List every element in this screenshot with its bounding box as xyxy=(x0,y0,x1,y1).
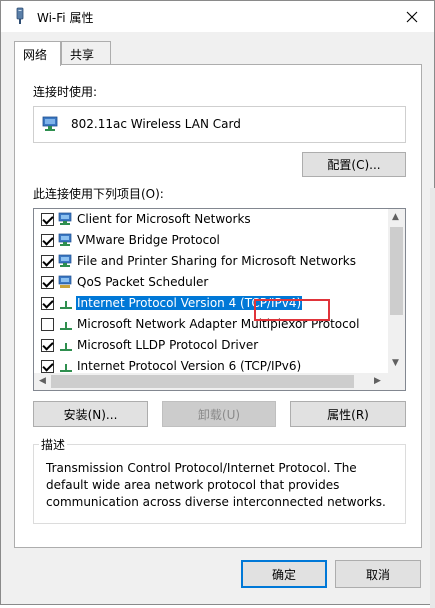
list-item-client-ms-networks[interactable]: Client for Microsoft Networks xyxy=(34,209,389,230)
list-item-label: VMware Bridge Protocol xyxy=(77,233,220,247)
checkbox[interactable] xyxy=(41,297,54,310)
list-item-label: Internet Protocol Version 6 (TCP/IPv6) xyxy=(77,359,302,373)
checkbox[interactable] xyxy=(41,360,54,373)
list-item-label: Internet Protocol Version 4 (TCP/IPv4) xyxy=(76,296,303,310)
connect-using-label: 连接时使用: xyxy=(33,85,98,99)
uninstall-button: 卸载(U) xyxy=(162,401,276,427)
scroll-right-icon[interactable]: ▶ xyxy=(374,377,381,386)
scroll-left-icon[interactable]: ◀ xyxy=(39,377,46,386)
list-item-lldp[interactable]: Microsoft LLDP Protocol Driver xyxy=(34,335,389,356)
wifi-properties-dialog: Wi-Fi 属性 网络 共享 连接时使用: 802.11ac Wireless … xyxy=(0,0,435,608)
vertical-scrollbar[interactable]: ▲ ▼ xyxy=(388,209,405,373)
network-adapter-icon xyxy=(42,116,58,131)
scrollbar-corner xyxy=(388,373,405,390)
items-label: 此连接使用下列项目(O): xyxy=(33,187,164,201)
description-group: 描述 Transmission Control Protocol/Interne… xyxy=(33,436,406,524)
description-text: Transmission Control Protocol/Internet P… xyxy=(46,461,386,509)
tab-network[interactable]: 网络 xyxy=(14,41,61,66)
components-list[interactable]: Client for Microsoft Networks VMware Bri… xyxy=(33,208,406,391)
checkbox[interactable] xyxy=(41,255,54,268)
list-item-label: QoS Packet Scheduler xyxy=(77,275,209,289)
list-item-label: File and Printer Sharing for Microsoft N… xyxy=(77,254,356,268)
horizontal-scrollbar[interactable]: ◀ ▶ xyxy=(34,373,389,390)
title-bar[interactable]: Wi-Fi 属性 xyxy=(1,1,434,32)
scroll-up-icon[interactable]: ▲ xyxy=(392,213,399,222)
protocol-icon xyxy=(60,364,72,372)
list-item-multiplexor[interactable]: Microsoft Network Adapter Multiplexor Pr… xyxy=(34,314,389,335)
close-button[interactable] xyxy=(390,1,434,32)
network-service-icon xyxy=(58,275,72,288)
vertical-scroll-thumb[interactable] xyxy=(390,227,403,315)
protocol-icon xyxy=(60,322,72,330)
checkbox[interactable] xyxy=(41,339,54,352)
checkbox[interactable] xyxy=(41,213,54,226)
tab-sharing-label: 共享 xyxy=(70,48,95,62)
checkbox[interactable] xyxy=(41,234,54,247)
description-legend: 描述 xyxy=(39,436,68,453)
ok-button[interactable]: 确定 xyxy=(241,560,327,588)
checkbox[interactable] xyxy=(41,318,54,331)
protocol-icon xyxy=(60,301,72,309)
tab-sharing[interactable]: 共享 xyxy=(61,41,111,65)
horizontal-scroll-thumb[interactable] xyxy=(51,375,354,388)
list-item-qos-scheduler[interactable]: QoS Packet Scheduler xyxy=(34,272,389,293)
close-icon xyxy=(406,11,418,22)
background-window-edge xyxy=(430,188,435,608)
network-client-icon xyxy=(58,254,72,267)
list-item-label: Client for Microsoft Networks xyxy=(77,212,251,226)
tab-network-label: 网络 xyxy=(23,48,48,62)
adapter-name: 802.11ac Wireless LAN Card xyxy=(71,117,241,131)
configure-button[interactable]: 配置(C)... xyxy=(302,152,406,177)
list-item-ipv4[interactable]: Internet Protocol Version 4 (TCP/IPv4) xyxy=(34,293,389,314)
scroll-down-icon[interactable]: ▼ xyxy=(392,359,399,368)
adapter-display: 802.11ac Wireless LAN Card xyxy=(33,106,406,143)
checkbox[interactable] xyxy=(41,276,54,289)
cancel-button[interactable]: 取消 xyxy=(335,560,421,588)
window-title: Wi-Fi 属性 xyxy=(37,11,94,25)
list-item-label: Microsoft LLDP Protocol Driver xyxy=(77,338,259,352)
list-item-vmware-bridge[interactable]: VMware Bridge Protocol xyxy=(34,230,389,251)
properties-button[interactable]: 属性(R) xyxy=(290,401,406,427)
network-tab-panel: 连接时使用: 802.11ac Wireless LAN Card 配置(C).… xyxy=(14,64,422,548)
protocol-icon xyxy=(60,343,72,351)
list-item-file-printer-sharing[interactable]: File and Printer Sharing for Microsoft N… xyxy=(34,251,389,272)
network-client-icon xyxy=(58,233,72,246)
install-button[interactable]: 安装(N)... xyxy=(33,401,148,427)
wifi-adapter-icon xyxy=(16,7,24,24)
list-item-label: Microsoft Network Adapter Multiplexor Pr… xyxy=(77,317,360,331)
network-client-icon xyxy=(58,212,72,225)
